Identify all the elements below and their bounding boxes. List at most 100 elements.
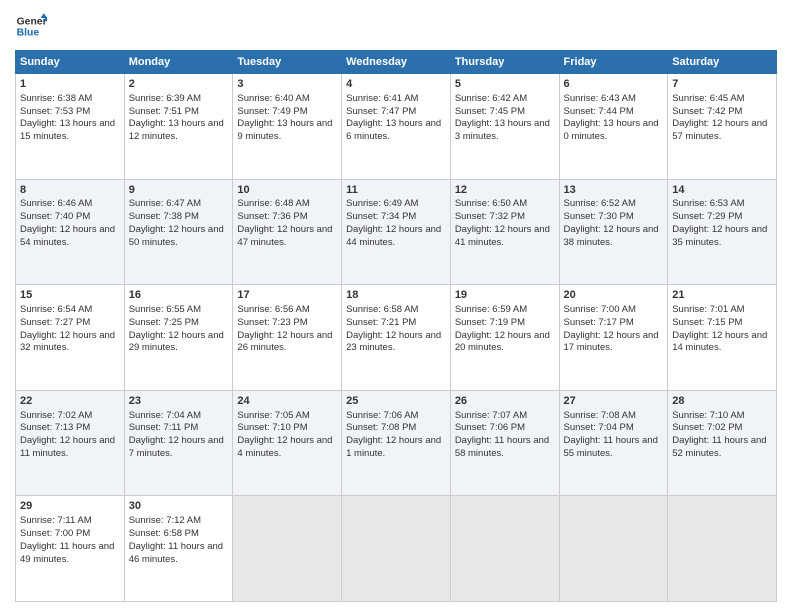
sunrise-text: Sunrise: 7:07 AM — [455, 410, 527, 421]
sunset-text: Sunset: 7:30 PM — [564, 211, 634, 222]
sunset-text: Sunset: 7:04 PM — [564, 422, 634, 433]
calendar-cell: 20Sunrise: 7:00 AMSunset: 7:17 PMDayligh… — [559, 285, 668, 391]
daylight-text: Daylight: 12 hours and 38 minutes. — [564, 224, 659, 248]
day-number: 17 — [237, 288, 337, 303]
sunset-text: Sunset: 7:06 PM — [455, 422, 525, 433]
sunrise-text: Sunrise: 6:46 AM — [20, 198, 92, 209]
day-number: 12 — [455, 183, 555, 198]
dow-header-tuesday: Tuesday — [233, 51, 342, 74]
sunrise-text: Sunrise: 6:54 AM — [20, 304, 92, 315]
sunset-text: Sunset: 7:15 PM — [672, 317, 742, 328]
week-row-5: 29Sunrise: 7:11 AMSunset: 7:00 PMDayligh… — [16, 496, 777, 602]
sunset-text: Sunset: 7:08 PM — [346, 422, 416, 433]
sunset-text: Sunset: 7:49 PM — [237, 106, 307, 117]
day-number: 23 — [129, 394, 229, 409]
svg-text:Blue: Blue — [17, 28, 40, 39]
sunrise-text: Sunrise: 6:58 AM — [346, 304, 418, 315]
day-number: 26 — [455, 394, 555, 409]
daylight-text: Daylight: 13 hours and 6 minutes. — [346, 118, 441, 142]
day-number: 18 — [346, 288, 446, 303]
sunset-text: Sunset: 7:02 PM — [672, 422, 742, 433]
daylight-text: Daylight: 12 hours and 17 minutes. — [564, 330, 659, 354]
day-number: 1 — [20, 77, 120, 92]
daylight-text: Daylight: 11 hours and 49 minutes. — [20, 541, 114, 565]
sunset-text: Sunset: 7:40 PM — [20, 211, 90, 222]
calendar-cell: 26Sunrise: 7:07 AMSunset: 7:06 PM Dayligh… — [450, 390, 559, 496]
day-number: 5 — [455, 77, 555, 92]
sunset-text: Sunset: 7:32 PM — [455, 211, 525, 222]
calendar-cell: 29Sunrise: 7:11 AMSunset: 7:00 PMDayligh… — [16, 496, 125, 602]
sunrise-text: Sunrise: 7:06 AM — [346, 410, 418, 421]
sunrise-text: Sunrise: 7:00 AM — [564, 304, 636, 315]
calendar-cell: 7Sunrise: 6:45 AMSunset: 7:42 PMDaylight… — [668, 74, 777, 180]
sunrise-text: Sunrise: 6:38 AM — [20, 93, 92, 104]
sunrise-text: Sunrise: 6:59 AM — [455, 304, 527, 315]
sunrise-text: Sunrise: 6:43 AM — [564, 93, 636, 104]
day-number: 3 — [237, 77, 337, 92]
day-number: 27 — [564, 394, 664, 409]
sunset-text: Sunset: 7:42 PM — [672, 106, 742, 117]
dow-header-friday: Friday — [559, 51, 668, 74]
calendar-cell — [342, 496, 451, 602]
daylight-text: Daylight: 13 hours and 15 minutes. — [20, 118, 115, 142]
calendar-cell: 17Sunrise: 6:56 AMSunset: 7:23 PMDayligh… — [233, 285, 342, 391]
daylight-text: Daylight: 12 hours and 47 minutes. — [237, 224, 332, 248]
calendar-cell: 24Sunrise: 7:05 AMSunset: 7:10 PMDayligh… — [233, 390, 342, 496]
day-number: 10 — [237, 183, 337, 198]
day-number: 2 — [129, 77, 229, 92]
sunset-text: Sunset: 7:51 PM — [129, 106, 199, 117]
sunset-text: Sunset: 7:29 PM — [672, 211, 742, 222]
calendar-cell: 10Sunrise: 6:48 AMSunset: 7:36 PMDayligh… — [233, 179, 342, 285]
daylight-text: Daylight: 12 hours and 50 minutes. — [129, 224, 224, 248]
daylight-text: Daylight: 12 hours and 57 minutes. — [672, 118, 767, 142]
day-number: 20 — [564, 288, 664, 303]
day-number: 16 — [129, 288, 229, 303]
calendar-cell: 19Sunrise: 6:59 AMSunset: 7:19 PMDayligh… — [450, 285, 559, 391]
day-number: 24 — [237, 394, 337, 409]
calendar-cell: 23Sunrise: 7:04 AMSunset: 7:11 PMDayligh… — [124, 390, 233, 496]
sunrise-text: Sunrise: 7:01 AM — [672, 304, 744, 315]
sunrise-text: Sunrise: 7:02 AM — [20, 410, 92, 421]
calendar-cell: 3Sunrise: 6:40 AMSunset: 7:49 PMDaylight… — [233, 74, 342, 180]
daylight-text: Daylight: 11 hours and 58 minutes. — [455, 435, 549, 459]
calendar-cell: 16Sunrise: 6:55 AMSunset: 7:25 PMDayligh… — [124, 285, 233, 391]
calendar-cell: 13Sunrise: 6:52 AMSunset: 7:30 PMDayligh… — [559, 179, 668, 285]
calendar-table: SundayMondayTuesdayWednesdayThursdayFrid… — [15, 50, 777, 602]
sunrise-text: Sunrise: 6:53 AM — [672, 198, 744, 209]
daylight-text: Daylight: 12 hours and 44 minutes. — [346, 224, 441, 248]
calendar-cell: 15Sunrise: 6:54 AMSunset: 7:27 PMDayligh… — [16, 285, 125, 391]
sunset-text: Sunset: 7:00 PM — [20, 528, 90, 539]
day-number: 30 — [129, 499, 229, 514]
sunset-text: Sunset: 7:13 PM — [20, 422, 90, 433]
day-number: 8 — [20, 183, 120, 198]
week-row-2: 8Sunrise: 6:46 AM Sunset: 7:40 PM Daylight… — [16, 179, 777, 285]
dow-header-monday: Monday — [124, 51, 233, 74]
sunrise-text: Sunrise: 6:49 AM — [346, 198, 418, 209]
sunset-text: Sunset: 7:53 PM — [20, 106, 90, 117]
daylight-text: Daylight: 12 hours and 54 minutes. — [20, 224, 115, 248]
day-number: 6 — [564, 77, 664, 92]
daylight-text: Daylight: 12 hours and 23 minutes. — [346, 330, 441, 354]
day-number: 9 — [129, 183, 229, 198]
logo: General Blue — [15, 10, 47, 42]
daylight-text: Daylight: 12 hours and 29 minutes. — [129, 330, 224, 354]
calendar-cell — [233, 496, 342, 602]
daylight-text: Daylight: 12 hours and 26 minutes. — [237, 330, 332, 354]
day-number: 25 — [346, 394, 446, 409]
daylight-text: Daylight: 12 hours and 32 minutes. — [20, 330, 115, 354]
sunset-text: Sunset: 7:44 PM — [564, 106, 634, 117]
sunrise-text: Sunrise: 7:04 AM — [129, 410, 201, 421]
dow-header-sunday: Sunday — [16, 51, 125, 74]
daylight-text: Daylight: 11 hours and 52 minutes. — [672, 435, 766, 459]
sunrise-text: Sunrise: 6:47 AM — [129, 198, 201, 209]
sunrise-text: Sunrise: 6:42 AM — [455, 93, 527, 104]
calendar-cell: 11Sunrise: 6:49 AMSunset: 7:34 PMDayligh… — [342, 179, 451, 285]
sunset-text: Sunset: 7:27 PM — [20, 317, 90, 328]
daylight-text: Daylight: 12 hours and 7 minutes. — [129, 435, 224, 459]
sunrise-text: Sunrise: 7:05 AM — [237, 410, 309, 421]
calendar-cell: 14Sunrise: 6:53 AMSunset: 7:29 PMDayligh… — [668, 179, 777, 285]
calendar-cell: 9Sunrise: 6:47 AMSunset: 7:38 PMDaylight… — [124, 179, 233, 285]
day-of-week-row: SundayMondayTuesdayWednesdayThursdayFrid… — [16, 51, 777, 74]
svg-text:General: General — [17, 16, 47, 27]
daylight-text: Daylight: 12 hours and 11 minutes. — [20, 435, 115, 459]
